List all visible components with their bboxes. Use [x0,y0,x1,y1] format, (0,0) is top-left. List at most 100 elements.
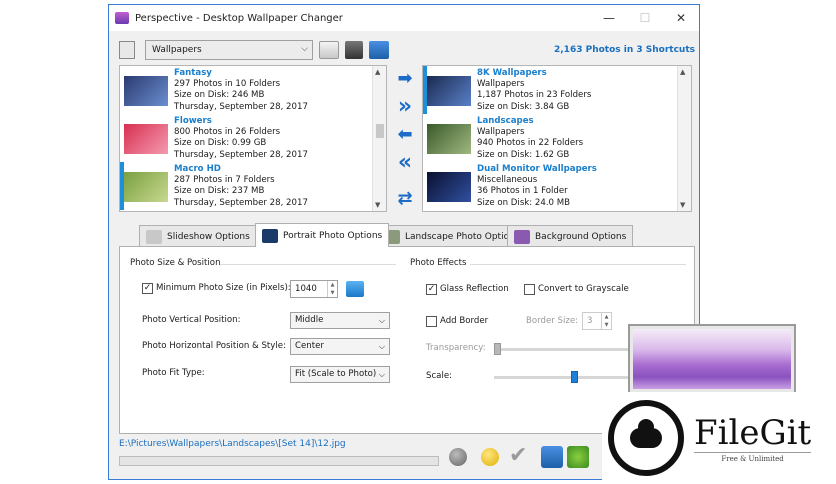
maximize-button[interactable]: ☐ [627,5,663,31]
horizontal-position-value: Center [295,341,324,351]
library-select[interactable]: Wallpapers ⌵ [145,40,313,60]
list-item[interactable]: Dual Monitor Wallpapers Miscellaneous 36… [423,162,691,210]
fit-type-select[interactable]: Fit (Scale to Photo) ⌵ [290,366,390,383]
grayscale-checkbox[interactable] [524,284,535,295]
list-item[interactable]: Macro HD 287 Photos in 7 Folders Size on… [120,162,386,210]
slideshow-icon [146,229,162,244]
scrollbar[interactable]: ▲ ▼ [372,66,386,211]
item-photos: 287 Photos in 7 Folders [174,175,275,186]
min-size-checkbox[interactable]: ✓ [142,283,153,294]
screen-resolution-icon[interactable] [346,281,364,297]
add-selected-button[interactable]: ➡ [393,69,417,89]
item-size: Size on Disk: 24.0 MB [477,197,571,208]
chevron-down-icon: ⌵ [301,44,308,54]
border-size-stepper[interactable]: 3 ▲ ▼ [582,312,612,330]
manage-shortcuts-icon[interactable] [319,41,339,59]
swap-button[interactable]: ⇄ [393,189,417,209]
list-item[interactable]: Landscapes Wallpapers 940 Photos in 22 F… [423,114,691,162]
transparency-slider[interactable] [494,348,634,351]
item-date: Thursday, September 28, 2017 [174,149,308,160]
item-photos: 297 Photos in 10 Folders [174,79,281,90]
item-name: Landscapes [477,116,534,126]
scale-slider-handle[interactable] [571,371,578,383]
item-category: Miscellaneous [477,175,538,186]
tab-slideshow-options[interactable]: Slideshow Options [139,225,257,247]
thumbnail [427,172,471,202]
add-all-button[interactable]: » [393,96,417,118]
horizontal-position-label: Photo Horizontal Position & Style: [142,341,286,351]
size-section-title: Photo Size & Position [130,258,221,268]
item-size: Size on Disk: 0.99 GB [174,138,267,149]
list-item[interactable]: 8K Wallpapers Wallpapers 1,187 Photos in… [423,66,691,114]
tab-label: Portrait Photo Options [283,230,383,241]
gear-icon[interactable] [567,446,589,468]
list-item[interactable]: Fantasy 297 Photos in 10 Folders Size on… [120,66,386,114]
min-size-stepper[interactable]: 1040 ▲ ▼ [290,280,338,298]
toolbar: Wallpapers ⌵ 2,163 Photos in 3 Shortcuts [119,39,695,61]
scroll-up-icon[interactable]: ▲ [375,68,380,76]
minimize-button[interactable]: — [591,5,627,31]
tab-landscape-photo-options[interactable]: Landscape Photo Options [377,225,527,247]
remove-all-button[interactable]: « [393,152,417,174]
thumbnail [427,124,471,154]
binoculars-icon[interactable] [345,41,363,59]
border-size-value: 3 [587,316,593,326]
filegit-logo-icon [608,400,684,476]
apply-check-icon[interactable]: ✔ [509,443,527,468]
item-size: Size on Disk: 237 MB [174,186,265,197]
fit-type-value: Fit (Scale to Photo) [295,369,377,379]
item-photos: 1,187 Photos in 23 Folders [477,90,592,101]
item-name: Dual Monitor Wallpapers [477,164,597,174]
item-photos: 940 Photos in 22 Folders [477,138,584,149]
item-date: Thursday, September 28, 2017 [174,101,308,112]
glass-reflection-checkbox[interactable]: ✓ [426,284,437,295]
scale-label: Scale: [426,371,453,381]
scrollbar-thumb[interactable] [376,124,384,138]
monitor-icon[interactable] [541,446,563,468]
current-photo-path[interactable]: E:\Pictures\Wallpapers\Landscapes\[Set 1… [119,439,346,449]
available-list[interactable]: Fantasy 297 Photos in 10 Folders Size on… [119,65,387,212]
add-border-checkbox[interactable] [426,316,437,327]
scroll-down-icon[interactable]: ▼ [375,201,380,209]
preview-image [633,329,791,389]
stepper-arrows[interactable]: ▲ ▼ [601,313,611,329]
selected-list[interactable]: 8K Wallpapers Wallpapers 1,187 Photos in… [422,65,692,212]
library-select-value: Wallpapers [152,45,202,55]
stop-icon[interactable] [449,448,467,466]
pause-icon[interactable] [481,448,499,466]
add-border-label: Add Border [440,316,489,326]
scrollbar[interactable]: ▲ ▼ [677,66,691,211]
tab-portrait-photo-options[interactable]: Portrait Photo Options [255,223,390,247]
item-photos: 36 Photos in 1 Folder [477,186,568,197]
effects-section-title: Photo Effects [410,258,467,268]
item-name: Macro HD [174,164,221,174]
close-button[interactable]: ✕ [663,5,699,31]
stepper-arrows[interactable]: ▲ ▼ [327,281,337,297]
item-name: 8K Wallpapers [477,68,547,78]
min-size-value: 1040 [295,284,317,294]
item-date: Thursday, September 28, 2017 [174,197,308,208]
scroll-up-icon[interactable]: ▲ [680,68,685,76]
scale-slider[interactable] [494,376,634,379]
horizontal-position-select[interactable]: Center ⌵ [290,338,390,355]
folder-icon[interactable] [369,41,389,59]
monitor-icon [514,229,530,244]
thumbnail [124,124,168,154]
transparency-slider-handle[interactable] [494,343,501,355]
shortcut-count: 2,163 Photos in 3 Shortcuts [554,45,695,55]
item-photos: 800 Photos in 26 Folders [174,127,281,138]
tab-background-options[interactable]: Background Options [507,225,634,247]
scroll-down-icon[interactable]: ▼ [680,201,685,209]
item-name: Flowers [174,116,212,126]
item-size: Size on Disk: 3.84 GB [477,101,570,112]
chevron-down-icon: ⌵ [378,370,385,379]
item-category: Wallpapers [477,127,525,138]
watermark-tagline: Free & Unlimited [694,451,812,463]
list-item[interactable]: Flowers 800 Photos in 26 Folders Size on… [120,114,386,162]
item-name: Fantasy [174,68,212,78]
vertical-position-select[interactable]: Middle ⌵ [290,312,390,329]
cloud-icon [630,419,662,448]
remove-selected-button[interactable]: ⬅ [393,125,417,145]
app-icon [115,12,129,24]
chevron-down-icon: ⌵ [378,342,385,351]
